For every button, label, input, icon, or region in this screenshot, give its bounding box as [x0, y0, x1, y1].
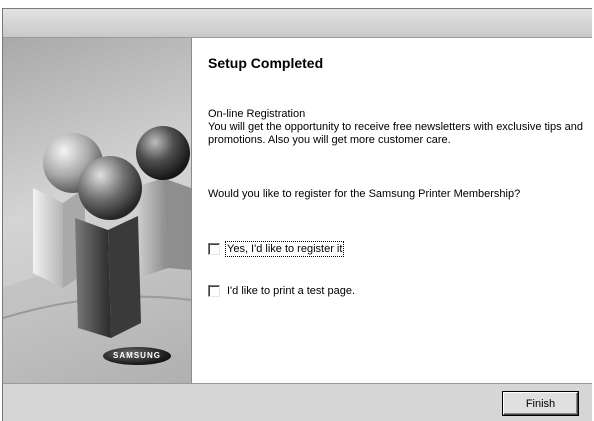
registration-heading: On-line Registration	[208, 108, 306, 120]
setup-art-panel: SAMSUNG	[3, 38, 192, 383]
register-checkbox-label[interactable]: Yes, I'd like to register it	[224, 241, 345, 257]
dialog-content: Setup Completed On-line Registration You…	[192, 38, 592, 383]
samsung-logo: SAMSUNG	[103, 347, 171, 365]
button-bar: Finish	[3, 383, 592, 421]
test-page-checkbox-label[interactable]: I'd like to print a test page.	[227, 285, 355, 297]
register-checkbox[interactable]	[208, 243, 220, 255]
membership-question: Would you like to register for the Samsu…	[208, 188, 521, 200]
setup-window: SAMSUNG Setup Completed On-line Registra…	[2, 8, 592, 421]
test-page-option[interactable]: I'd like to print a test page.	[208, 284, 355, 298]
test-page-checkbox[interactable]	[208, 285, 220, 297]
finish-button[interactable]: Finish	[503, 392, 578, 415]
register-option[interactable]: Yes, I'd like to register it	[208, 241, 345, 257]
spheres-and-pillars-illustration	[3, 126, 191, 383]
window-title-bar[interactable]	[3, 9, 592, 38]
page-title: Setup Completed	[208, 55, 324, 71]
registration-text: You will get the opportunity to receive …	[208, 121, 584, 146]
